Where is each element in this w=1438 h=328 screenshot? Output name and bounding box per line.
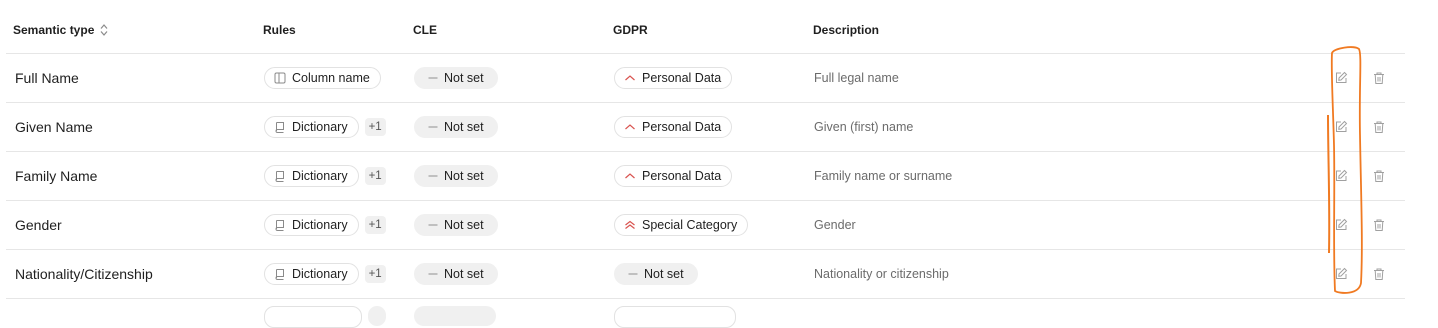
dash-icon [428,75,438,81]
table-row[interactable]: Family Name Dictionary +1 Not set Person… [6,152,1405,201]
chevron-up-icon [624,73,636,83]
dictionary-icon [274,121,286,133]
rule-label: Dictionary [292,120,348,134]
rule-label: Column name [292,71,370,85]
gdpr-pill[interactable]: Not set [614,263,698,285]
cle-cell: Not set [414,103,498,151]
rule-pill[interactable]: Dictionary [264,165,359,187]
cle-pill[interactable]: Not set [414,116,498,138]
extra-rules-badge[interactable]: +1 [364,265,386,283]
header-rules: Rules [263,23,296,37]
cle-cell: Not set [414,152,498,200]
rule-label: Dictionary [292,169,348,183]
cle-pill-partial [414,306,496,326]
gdpr-cell: Personal Data [614,152,733,200]
cle-label: Not set [444,267,484,281]
extra-rules-badge[interactable]: +1 [364,167,386,185]
gdpr-cell: Personal Data [614,54,733,102]
dash-icon [428,271,438,277]
semantic-type-name: Nationality/Citizenship [15,266,153,282]
table-row[interactable]: Gender Dictionary +1 Not set Special Cat… [6,201,1405,250]
cle-cell: Not set [414,250,498,298]
table-header: Semantic type Rules CLE GDPR Description [6,6,1405,54]
sort-icon[interactable] [99,23,109,37]
header-description: Description [813,23,880,37]
description: Full legal name [814,71,899,85]
rules-cell: Column name [264,54,381,102]
extra-badge-partial [368,306,386,326]
trash-icon[interactable] [1371,266,1387,282]
cle-cell: Not set [414,201,498,249]
description: Gender [814,218,856,232]
chevron-up-icon [624,122,636,132]
cle-pill[interactable]: Not set [414,165,498,187]
rules-cell: Dictionary +1 [264,103,386,151]
header-semantic-type-label: Semantic type [13,23,95,37]
trash-icon[interactable] [1371,168,1387,184]
header-gdpr: GDPR [613,23,648,37]
cle-pill[interactable]: Not set [414,67,498,89]
dash-icon [428,124,438,130]
gdpr-pill-partial [614,306,736,328]
table-row[interactable]: Full Name Column name Not set Personal D… [6,54,1405,103]
rules-cell: Dictionary +1 [264,201,386,249]
trash-icon[interactable] [1371,70,1387,86]
gdpr-cell: Special Category [614,201,749,249]
cle-label: Not set [444,71,484,85]
gdpr-label: Special Category [642,218,738,232]
gdpr-label: Personal Data [642,120,722,134]
rule-pill[interactable]: Dictionary [264,263,359,285]
dash-icon [428,173,438,179]
gdpr-pill[interactable]: Special Category [614,214,749,236]
cle-cell: Not set [414,54,498,102]
column-icon [274,72,286,84]
rule-pill[interactable]: Dictionary [264,214,359,236]
gdpr-label: Personal Data [642,71,722,85]
rule-pill[interactable]: Column name [264,67,381,89]
gdpr-cell: Personal Data [614,103,733,151]
description: Nationality or citizenship [814,267,949,281]
table-row[interactable]: Nationality/Citizenship Dictionary +1 No… [6,250,1405,299]
rule-label: Dictionary [292,218,348,232]
rule-label: Dictionary [292,267,348,281]
double-chevron-up-icon [624,220,636,230]
chevron-up-icon [624,171,636,181]
dash-icon [628,271,638,277]
extra-rules-badge[interactable]: +1 [364,216,386,234]
dictionary-icon [274,170,286,182]
header-semantic-type[interactable]: Semantic type [13,23,109,37]
semantic-types-table: Semantic type Rules CLE GDPR Description… [6,6,1405,328]
extra-rules-badge[interactable]: +1 [364,118,386,136]
description: Family name or surname [814,169,953,183]
rule-pill-partial [264,306,362,328]
cle-pill[interactable]: Not set [414,214,498,236]
semantic-type-name: Gender [15,217,62,233]
annotation-highlight-outline [1327,46,1363,294]
gdpr-label: Personal Data [642,169,722,183]
gdpr-pill[interactable]: Personal Data [614,165,733,187]
cle-label: Not set [444,120,484,134]
header-cle: CLE [413,23,437,37]
cle-pill[interactable]: Not set [414,263,498,285]
rules-cell: Dictionary +1 [264,250,386,298]
gdpr-label: Not set [644,267,684,281]
table-row[interactable]: Given Name Dictionary +1 Not set Persona… [6,103,1405,152]
cle-label: Not set [444,169,484,183]
semantic-type-name: Given Name [15,119,93,135]
gdpr-cell: Not set [614,250,698,298]
rule-pill[interactable]: Dictionary [264,116,359,138]
dictionary-icon [274,219,286,231]
dictionary-icon [274,268,286,280]
trash-icon[interactable] [1371,217,1387,233]
gdpr-pill[interactable]: Personal Data [614,67,733,89]
dash-icon [428,222,438,228]
semantic-type-name: Family Name [15,168,98,184]
cle-label: Not set [444,218,484,232]
trash-icon[interactable] [1371,119,1387,135]
gdpr-pill[interactable]: Personal Data [614,116,733,138]
table-row-partial [6,299,1405,328]
semantic-type-name: Full Name [15,70,79,86]
description: Given (first) name [814,120,914,134]
rules-cell: Dictionary +1 [264,152,386,200]
